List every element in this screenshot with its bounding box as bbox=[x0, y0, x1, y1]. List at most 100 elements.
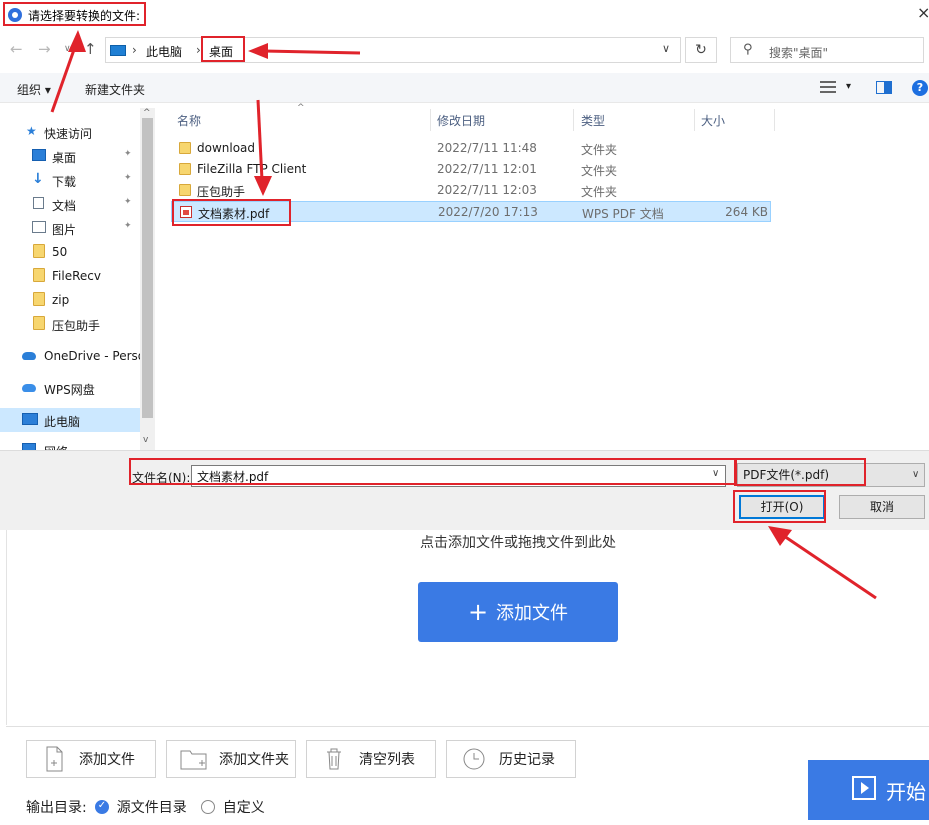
preview-pane-icon[interactable] bbox=[876, 81, 892, 94]
back-arrow-icon[interactable]: ← bbox=[10, 40, 23, 58]
sidebar-item-onedrive[interactable]: OneDrive - Perso bbox=[0, 344, 140, 368]
close-icon[interactable]: × bbox=[917, 3, 929, 22]
filename-label: 文件名(N): bbox=[132, 471, 191, 485]
column-header-size[interactable]: 大小 bbox=[693, 109, 775, 131]
file-name: download bbox=[197, 141, 256, 155]
sidebar-item-desktop[interactable]: 桌面 ✦ bbox=[0, 144, 140, 168]
file-name: 压包助手 bbox=[197, 185, 246, 199]
dialog-title: 请选择要转换的文件: bbox=[28, 9, 141, 23]
file-type: 文件夹 bbox=[581, 143, 618, 157]
sidebar-item-wps-cloud[interactable]: WPS网盘 bbox=[0, 376, 140, 400]
converter-app-background bbox=[0, 530, 929, 825]
file-row[interactable]: FileZilla FTP Client 2022/7/11 12:01 文件夹 bbox=[171, 159, 771, 180]
add-folder-button[interactable]: 添加文件夹 bbox=[166, 740, 296, 778]
sidebar-item-this-pc[interactable]: 此电脑 bbox=[0, 408, 140, 432]
column-header-date[interactable]: 修改日期 bbox=[429, 109, 574, 131]
file-row[interactable]: 压包助手 2022/7/11 12:03 文件夹 bbox=[171, 180, 771, 201]
computer-icon bbox=[110, 45, 126, 56]
new-folder-button[interactable]: 新建文件夹 bbox=[85, 81, 145, 98]
navigation-scrollbar[interactable]: ^ v bbox=[140, 108, 155, 450]
screen-root: 点击添加文件或拖拽文件到此处 + 添加文件 添加文件 添加文件夹 清空列表 历史… bbox=[0, 0, 929, 825]
file-type: 文件夹 bbox=[581, 164, 618, 178]
drop-zone-hint[interactable]: 点击添加文件或拖拽文件到此处 bbox=[0, 532, 929, 552]
pin-icon: ✦ bbox=[124, 197, 132, 207]
sidebar-item-downloads[interactable]: ↓ 下载 ✦ bbox=[0, 168, 140, 192]
add-folder-icon bbox=[179, 745, 209, 773]
open-button[interactable]: 打开(O) bbox=[739, 495, 825, 519]
radio-source-dir[interactable] bbox=[94, 800, 109, 814]
sidebar-item-network[interactable]: 网络 bbox=[0, 438, 140, 450]
breadcrumb-separator: › bbox=[132, 43, 137, 57]
download-icon: ↓ bbox=[32, 171, 44, 187]
radio-custom-dir[interactable] bbox=[200, 800, 215, 814]
breadcrumb-separator: › bbox=[196, 43, 201, 57]
file-row[interactable]: download 2022/7/11 11:48 文件夹 bbox=[171, 138, 771, 159]
address-bar[interactable]: › 此电脑 › 桌面 ∨ bbox=[105, 37, 681, 63]
recent-dropdown-icon[interactable]: ∨ bbox=[64, 44, 71, 54]
file-date: 2022/7/11 11:48 bbox=[437, 141, 537, 155]
clock-icon bbox=[459, 745, 489, 773]
view-dropdown-icon[interactable]: ▾ bbox=[846, 81, 851, 92]
forward-arrow-icon[interactable]: → bbox=[38, 40, 51, 58]
history-button[interactable]: 历史记录 bbox=[446, 740, 576, 778]
sidebar-item-quick-access[interactable]: ★ 快速访问 bbox=[0, 120, 140, 144]
help-icon[interactable]: ? bbox=[912, 80, 928, 96]
filetype-select[interactable]: PDF文件(*.pdf) ∨ bbox=[737, 463, 925, 487]
start-label: 开始 bbox=[886, 779, 926, 804]
scroll-down-icon[interactable]: v bbox=[143, 435, 148, 445]
sidebar-item-label: zip bbox=[52, 293, 70, 307]
radio-source-dir-label[interactable]: 源文件目录 bbox=[117, 797, 187, 817]
sidebar-item-documents[interactable]: 文档 ✦ bbox=[0, 192, 140, 216]
file-type: WPS PDF 文档 bbox=[582, 207, 664, 221]
sidebar-item-label: 压包助手 bbox=[52, 319, 101, 333]
dialog-footer: 文件名(N): ∨ PDF文件(*.pdf) ∨ 打开(O) 取消 bbox=[0, 450, 929, 530]
refresh-button[interactable]: ↻ bbox=[685, 37, 717, 63]
clear-list-button[interactable]: 清空列表 bbox=[306, 740, 436, 778]
breadcrumb-desktop[interactable]: 桌面 bbox=[209, 43, 233, 60]
network-icon bbox=[22, 443, 36, 450]
cancel-button[interactable]: 取消 bbox=[839, 495, 925, 519]
view-options-icon[interactable] bbox=[820, 81, 836, 93]
add-file-big-button[interactable]: + 添加文件 bbox=[418, 582, 618, 642]
dialog-titlebar: 请选择要转换的文件: × bbox=[0, 0, 929, 30]
add-file-button[interactable]: 添加文件 bbox=[26, 740, 156, 778]
start-button[interactable]: 开始 bbox=[808, 760, 929, 820]
sidebar-item-pictures[interactable]: 图片 ✦ bbox=[0, 216, 140, 240]
file-name: FileZilla FTP Client bbox=[197, 162, 307, 176]
scroll-up-icon[interactable]: ^ bbox=[143, 108, 151, 118]
breadcrumb-this-pc[interactable]: 此电脑 bbox=[146, 43, 182, 60]
file-row-selected[interactable]: 文档素材.pdf 2022/7/20 17:13 WPS PDF 文档 264 … bbox=[171, 201, 771, 222]
search-box[interactable]: ⚲ 搜索"桌面" bbox=[730, 37, 924, 63]
picture-icon bbox=[32, 221, 46, 233]
sidebar-item-compress-helper[interactable]: 压包助手 bbox=[0, 312, 140, 336]
file-list: ^ 名称 修改日期 类型 大小 download 2022/7/11 11:48… bbox=[157, 103, 929, 450]
folder-icon bbox=[33, 244, 45, 258]
folder-icon bbox=[179, 184, 191, 196]
radio-custom-dir-label[interactable]: 自定义 bbox=[223, 797, 265, 817]
folder-icon bbox=[33, 316, 45, 330]
sidebar-item-zip[interactable]: zip bbox=[0, 288, 140, 312]
sidebar-item-label: 此电脑 bbox=[44, 415, 81, 429]
trash-icon bbox=[319, 745, 349, 773]
desktop-icon bbox=[32, 149, 46, 161]
star-icon: ★ bbox=[26, 124, 37, 138]
add-file-big-label: 添加文件 bbox=[496, 603, 569, 624]
file-date: 2022/7/11 12:01 bbox=[437, 162, 537, 176]
sidebar-item-label: 下载 bbox=[52, 175, 77, 189]
output-directory-row: 输出目录: 源文件目录 自定义 bbox=[26, 797, 265, 817]
column-header-type[interactable]: 类型 bbox=[573, 109, 695, 131]
bottom-divider bbox=[6, 726, 929, 727]
sidebar-item-label: 图片 bbox=[52, 223, 77, 237]
sidebar-item-filerecv[interactable]: FileRecv bbox=[0, 264, 140, 288]
sidebar-item-label: 网络 bbox=[44, 443, 68, 450]
filename-dropdown-icon[interactable]: ∨ bbox=[712, 468, 719, 479]
scrollbar-thumb[interactable] bbox=[142, 118, 153, 418]
column-header-name[interactable]: 名称 bbox=[169, 109, 431, 131]
filename-input[interactable] bbox=[191, 465, 726, 487]
folder-icon bbox=[33, 292, 45, 306]
up-arrow-icon[interactable]: ↑ bbox=[84, 40, 97, 58]
sidebar-item-folder-50[interactable]: 50 bbox=[0, 240, 140, 264]
folder-icon bbox=[179, 142, 191, 154]
address-dropdown-icon[interactable]: ∨ bbox=[662, 42, 670, 55]
organize-menu[interactable]: 组织 ▾ bbox=[17, 81, 51, 98]
